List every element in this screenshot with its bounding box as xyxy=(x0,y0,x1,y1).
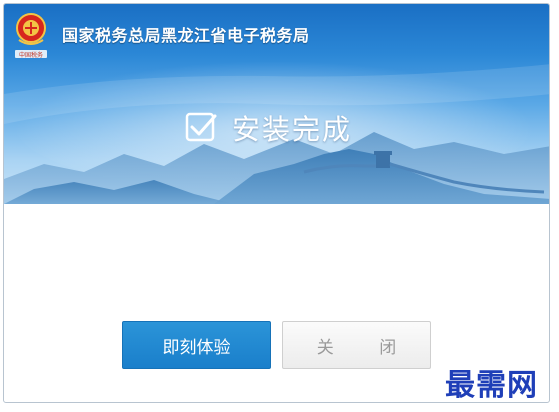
window-title: 国家税务总局黑龙江省电子税务局 xyxy=(62,26,310,45)
checkbox-check-icon xyxy=(185,112,217,142)
status-text: 安装完成 xyxy=(232,113,353,146)
close-button[interactable]: 关 闭 xyxy=(282,321,431,369)
tax-emblem-icon: 中国税务 xyxy=(15,13,47,59)
header-banner: 中国税务 国家税务总局黑龙江省电子税务局 安装完成 xyxy=(4,4,549,204)
title-bar: 中国税务 国家税务总局黑龙江省电子税务局 xyxy=(4,4,549,66)
emblem-caption: 中国税务 xyxy=(19,51,43,59)
installer-window: 中国税务 国家税务总局黑龙江省电子税务局 安装完成 即刻体验 关 闭 xyxy=(3,3,550,403)
try-now-button[interactable]: 即刻体验 xyxy=(122,321,271,369)
install-status: 安装完成 xyxy=(184,108,352,148)
watermark-logo: 最需网 xyxy=(445,368,538,403)
